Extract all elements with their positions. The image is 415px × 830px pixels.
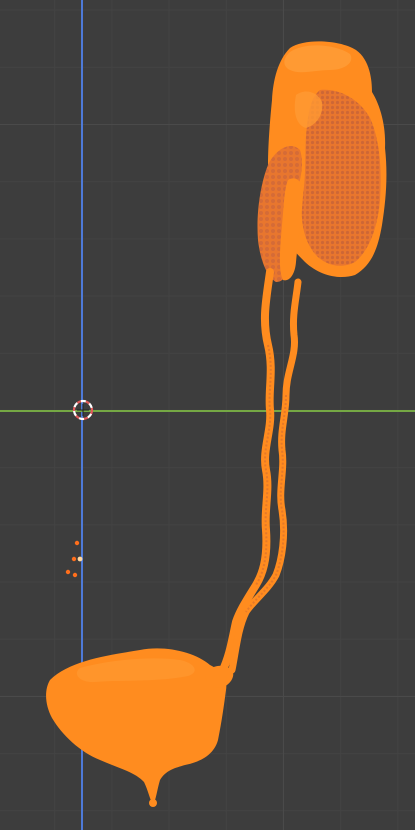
light-icon[interactable] [65,540,83,578]
3d-viewport[interactable] [0,0,415,830]
scene-overlay [46,41,387,807]
3d-cursor-icon[interactable] [72,399,94,421]
ureter-meshes[interactable] [218,268,302,676]
kidney-mesh[interactable] [257,41,387,282]
urethra-tip [149,799,157,807]
bladder-mesh[interactable] [46,648,234,807]
